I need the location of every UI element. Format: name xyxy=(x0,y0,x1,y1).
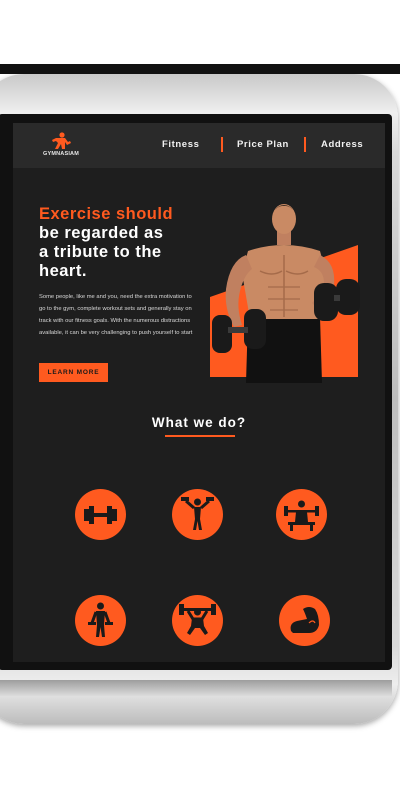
frame-band xyxy=(0,64,400,74)
dumbbell-overhead-icon[interactable] xyxy=(172,489,223,540)
dumbbell-stand-icon[interactable] xyxy=(75,595,126,646)
hero-title-accent: Exercise should xyxy=(39,205,174,223)
athlete-icon xyxy=(52,132,71,149)
logo[interactable]: GYMNASIAM xyxy=(39,132,83,160)
section-title: What we do? xyxy=(151,415,247,430)
website-screen: GYMNASIAM Fitness Price Plan Address Exe… xyxy=(13,123,385,662)
logo-text: GYMNASIAM xyxy=(42,151,80,157)
hero-title-line: be regarded as xyxy=(39,224,164,242)
hero-image xyxy=(208,199,363,383)
frame-edge xyxy=(0,680,392,696)
section-underline xyxy=(165,435,235,437)
nav-item-price-plan[interactable]: Price Plan xyxy=(237,139,289,150)
hero-description: Some people, like me and you, need the e… xyxy=(39,294,193,336)
nav-divider xyxy=(304,137,306,152)
bench-press-icon[interactable] xyxy=(276,489,327,540)
hero-title-line: a tribute to the xyxy=(39,243,162,261)
flexed-arm-icon[interactable] xyxy=(279,595,330,646)
hero-title-line: heart. xyxy=(39,262,87,280)
learn-more-button[interactable]: LEARN MORE xyxy=(39,363,108,382)
nav-item-fitness[interactable]: Fitness xyxy=(162,139,199,150)
nav-item-address[interactable]: Address xyxy=(321,139,363,150)
top-nav: GYMNASIAM Fitness Price Plan Address xyxy=(13,123,385,168)
nav-divider xyxy=(221,137,223,152)
squat-press-icon[interactable] xyxy=(172,595,223,646)
hero-title: Exercise should be regarded as a tribute… xyxy=(39,205,173,281)
barbell-icon[interactable] xyxy=(75,489,126,540)
